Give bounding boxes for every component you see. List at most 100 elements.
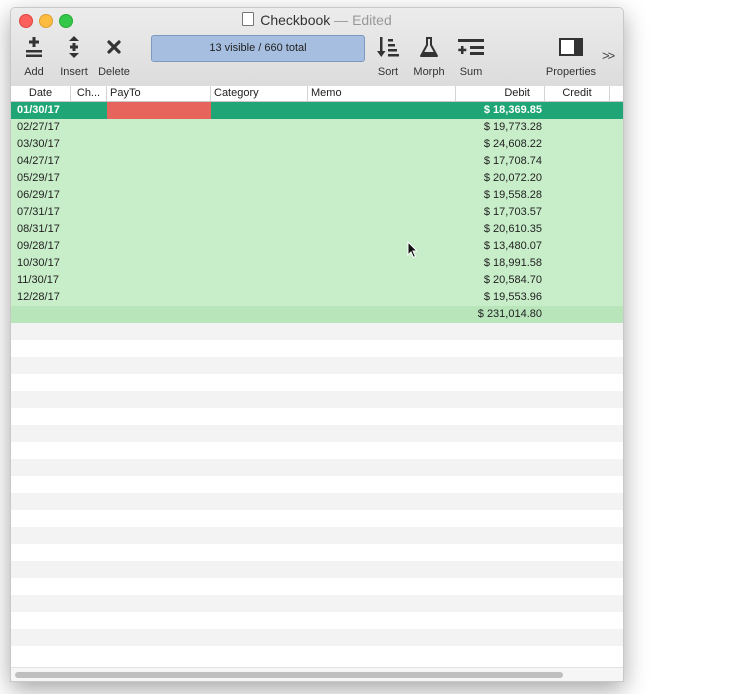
empty-row[interactable] [11,459,623,476]
table-row[interactable]: 03/30/17 $ 24,608.22 [11,136,623,153]
sum-button[interactable]: Sum [457,34,485,78]
empty-row[interactable] [11,425,623,442]
date-cell: 08/31/17 [17,223,60,235]
table-row[interactable]: 09/28/17 $ 13,480.07 [11,238,623,255]
date-cell: 03/30/17 [17,138,60,150]
sidebar-panel-icon [559,38,583,56]
summary-row[interactable]: $ 231,014.80 [11,306,623,323]
empty-row[interactable] [11,629,623,646]
add-button[interactable]: Add [19,34,49,78]
horizontal-scroll-thumb[interactable] [15,672,563,678]
empty-row[interactable] [11,493,623,510]
column-memo[interactable]: Memo [308,86,456,101]
empty-row[interactable] [11,374,623,391]
debit-cell: $ 18,991.58 [483,257,542,269]
empty-row[interactable] [11,561,623,578]
empty-row[interactable] [11,408,623,425]
empty-row[interactable] [11,612,623,629]
sort-icon [377,37,399,57]
debit-cell: $ 19,558.28 [483,189,542,201]
table-row[interactable]: 08/31/17 $ 20,610.35 [11,221,623,238]
date-cell: 10/30/17 [17,257,60,269]
empty-row[interactable] [11,442,623,459]
date-cell: 11/30/17 [17,274,60,286]
column-date[interactable]: Date [11,86,71,101]
empty-row[interactable] [11,476,623,493]
date-cell: 02/27/17 [17,121,60,133]
column-check[interactable]: Ch... [71,86,107,101]
delete-label: Delete [98,66,130,78]
column-payto[interactable]: PayTo [107,86,211,101]
empty-row[interactable] [11,578,623,595]
empty-row[interactable] [11,527,623,544]
date-cell: 07/31/17 [17,206,60,218]
window-title-separator: — [334,12,349,28]
properties-label: Properties [545,66,597,78]
debit-cell: $ 17,703.57 [483,206,542,218]
debit-cell: $ 20,610.35 [483,223,542,235]
debit-cell: $ 19,773.28 [483,121,542,133]
empty-row[interactable] [11,391,623,408]
debit-cell: $ 17,708.74 [483,155,542,167]
empty-row[interactable] [11,357,623,374]
add-label: Add [24,66,44,78]
mouse-pointer-icon [407,241,417,259]
window-title-text: Checkbook [260,12,331,28]
table-row[interactable]: 04/27/17 $ 17,708.74 [11,153,623,170]
column-category[interactable]: Category [211,86,308,101]
column-debit[interactable]: Debit [456,86,545,101]
table-row[interactable]: 02/27/17 $ 19,773.28 [11,119,623,136]
debit-cell: $ 13,480.07 [483,240,542,252]
morph-label: Morph [413,66,445,78]
column-header: Date Ch... PayTo Category Memo Debit Cre… [11,86,623,102]
insert-label: Insert [60,66,88,78]
debit-cell: $ 20,072.20 [483,172,542,184]
window-title: Checkbook — Edited [11,12,623,28]
sum-icon [458,39,484,55]
table-body[interactable]: 01/30/17 $ 18,369.85 02/27/17 $ 19,773.2… [11,102,623,668]
debit-cell: $ 19,553.96 [483,291,542,303]
date-cell: 04/27/17 [17,155,60,167]
debit-cell: $ 24,608.22 [483,138,542,150]
empty-row[interactable] [11,646,623,663]
sum-label: Sum [459,66,483,78]
checkbook-window: Checkbook — Edited Add Insert Delete 13 … [10,7,624,682]
table-row[interactable]: 05/29/17 $ 20,072.20 [11,170,623,187]
column-credit[interactable]: Credit [545,86,610,101]
payto-cell-flag[interactable] [107,102,211,119]
horizontal-scrollbar[interactable] [11,667,623,681]
empty-row[interactable] [11,323,623,340]
properties-button[interactable]: Properties [541,34,601,78]
table-row[interactable]: 11/30/17 $ 20,584.70 [11,272,623,289]
insert-row-icon [69,36,79,58]
empty-row[interactable] [11,595,623,612]
sort-label: Sort [377,66,399,78]
add-row-icon [26,37,42,57]
empty-row[interactable] [11,340,623,357]
date-cell: 01/30/17 [17,104,60,116]
table-row[interactable]: 01/30/17 $ 18,369.85 [11,102,623,119]
delete-icon [107,40,121,54]
document-icon [242,12,255,26]
edited-status: Edited [352,12,392,28]
sort-button[interactable]: Sort [373,34,403,78]
debit-cell: $ 20,584.70 [483,274,542,286]
toolbar-overflow-icon[interactable]: >> [602,48,615,63]
total-debit-cell: $ 231,014.80 [477,308,542,320]
flask-icon [420,37,438,57]
date-cell: 06/29/17 [17,189,60,201]
table-row[interactable]: 06/29/17 $ 19,558.28 [11,187,623,204]
table-row[interactable]: 10/30/17 $ 18,991.58 [11,255,623,272]
visible-count-status: 13 visible / 660 total [151,35,365,62]
title-bar: Checkbook — Edited Add Insert Delete 13 … [11,8,623,87]
date-cell: 09/28/17 [17,240,60,252]
insert-button[interactable]: Insert [57,34,91,78]
debit-cell: $ 18,369.85 [483,104,542,116]
delete-button[interactable]: Delete [96,34,132,78]
table-row[interactable]: 07/31/17 $ 17,703.57 [11,204,623,221]
empty-row[interactable] [11,544,623,561]
date-cell: 05/29/17 [17,172,60,184]
empty-row[interactable] [11,510,623,527]
morph-button[interactable]: Morph [410,34,448,78]
table-row[interactable]: 12/28/17 $ 19,553.96 [11,289,623,306]
